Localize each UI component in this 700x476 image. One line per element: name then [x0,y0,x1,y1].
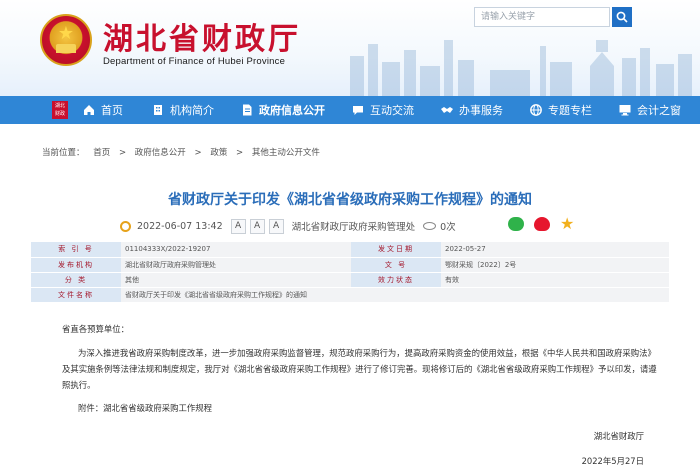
gate-shape [56,44,76,53]
breadcrumb-link-policy[interactable]: 政策 [210,148,227,158]
info-value: 省财政厅关于印发《湖北省省级政府采购工作规程》的通知 [121,287,669,303]
breadcrumb-link-home[interactable]: 首页 [93,148,110,158]
share-bar: ★ [508,216,574,232]
breadcrumb-separator: > [236,148,244,158]
info-value: 湖北省财政厅政府采购管理处 [121,257,351,273]
table-row: 索 引 号 01104333X/2022-19207 发文日期 2022-05-… [31,242,669,258]
nav-label: 会计之窗 [637,104,681,117]
nav-label: 机构简介 [170,104,214,117]
nav-label: 互动交流 [370,104,414,117]
search-button[interactable] [612,7,632,27]
national-emblem-logo[interactable]: ★ [40,14,92,66]
breadcrumb-separator: > [118,148,127,158]
nav-item-interaction[interactable]: 互动交流 [351,96,414,124]
article-source: 湖北省财政厅政府采购管理处 [291,222,416,233]
info-value: 2022-05-27 [441,242,669,258]
info-key: 索 引 号 [31,242,121,258]
handshake-icon [441,107,453,113]
breadcrumb-link-gov-info[interactable]: 政府信息公开 [135,148,186,158]
info-key: 文件名称 [31,287,121,303]
nav-item-topics[interactable]: 专题专栏 [529,96,592,124]
site-title[interactable]: 湖北省财政厅 [103,14,301,58]
article-title: 省财政厅关于印发《湖北省省级政府采购工作规程》的通知 [168,192,532,208]
nav-item-services[interactable]: 办事服务 [440,96,503,124]
nav-label: 办事服务 [459,104,503,117]
info-value: 有效 [441,272,669,288]
wechat-icon[interactable] [508,217,524,231]
computer-icon [619,105,631,116]
info-key: 发文日期 [351,242,441,258]
info-key: 分 类 [31,272,121,288]
nav-label: 专题专栏 [548,104,592,117]
nav-label: 首页 [101,104,123,117]
site-subtitle: Department of Finance of Hubei Province [103,56,286,67]
main-nav: 湖北 财政 首页 机构简介 政府信息公开 互动交流 办事服务 专题专栏 会计之窗 [0,96,700,124]
attachment-line[interactable]: 附件：湖北省省级政府采购工作规程 [62,400,660,416]
building-icon [154,105,162,115]
nav-badge: 湖北 财政 [52,101,68,119]
info-value: 鄂财采规〔2022〕2号 [441,257,669,273]
breadcrumb-prefix: 当前位置： [42,148,85,158]
info-key: 文 号 [351,257,441,273]
info-value: 01104333X/2022-19207 [121,242,351,258]
document-info-table: 索 引 号 01104333X/2022-19207 发文日期 2022-05-… [31,242,669,303]
breadcrumb-link-other-files[interactable]: 其他主动公开文件 [252,148,320,158]
nav-item-accounting[interactable]: 会计之窗 [618,96,681,124]
search-icon [616,11,628,23]
body-paragraph: 为深入推进我省政府采购制度改革，进一步加强政府采购监督管理，规范政府采购行为，提… [62,348,657,390]
signature-date: 2022年5月27日 [581,456,644,466]
breadcrumb-separator: > [194,148,202,158]
font-medium-button[interactable]: A [249,218,265,234]
site-header: ★ 湖北省财政厅 Department of Finance of Hubei … [0,0,700,96]
nav-item-home[interactable]: 首页 [82,96,123,124]
star-icon: ★ [57,23,75,44]
city-skyline-decoration [350,40,692,96]
publish-date: 2022-06-07 13:42 [137,220,223,232]
weibo-icon[interactable] [534,217,550,231]
globe-icon [530,104,542,116]
chat-icon [353,106,363,115]
eye-icon [423,222,437,230]
signature: 湖北省财政厅 [593,431,644,441]
view-count: 0次 [440,222,456,233]
table-row: 文件名称 省财政厅关于印发《湖北省省级政府采购工作规程》的通知 [31,287,669,303]
search-input[interactable] [474,7,610,27]
nav-label: 政府信息公开 [259,104,325,117]
info-value: 其他 [121,272,351,288]
document-icon [243,104,252,116]
clock-icon [120,220,131,232]
table-row: 发布机构 湖北省财政厅政府采购管理处 文 号 鄂财采规〔2022〕2号 [31,257,669,273]
article-meta: 2022-06-07 13:42 A A A 湖北省财政厅政府采购管理处 0次 [120,217,456,235]
nav-item-org[interactable]: 机构简介 [151,96,214,124]
font-large-button[interactable]: A [230,218,246,234]
star-icon[interactable]: ★ [560,216,574,232]
home-icon [84,105,94,115]
breadcrumb: 当前位置： 首页 > 政府信息公开 > 政策 > 其他主动公开文件 [42,146,326,158]
table-row: 分 类 其他 效力状态 有效 [31,272,669,288]
salutation: 省直各预算单位： [62,324,129,334]
info-key: 效力状态 [351,272,441,288]
font-small-button[interactable]: A [268,218,284,234]
info-key: 发布机构 [31,257,121,273]
nav-item-gov-info[interactable]: 政府信息公开 [240,96,325,124]
